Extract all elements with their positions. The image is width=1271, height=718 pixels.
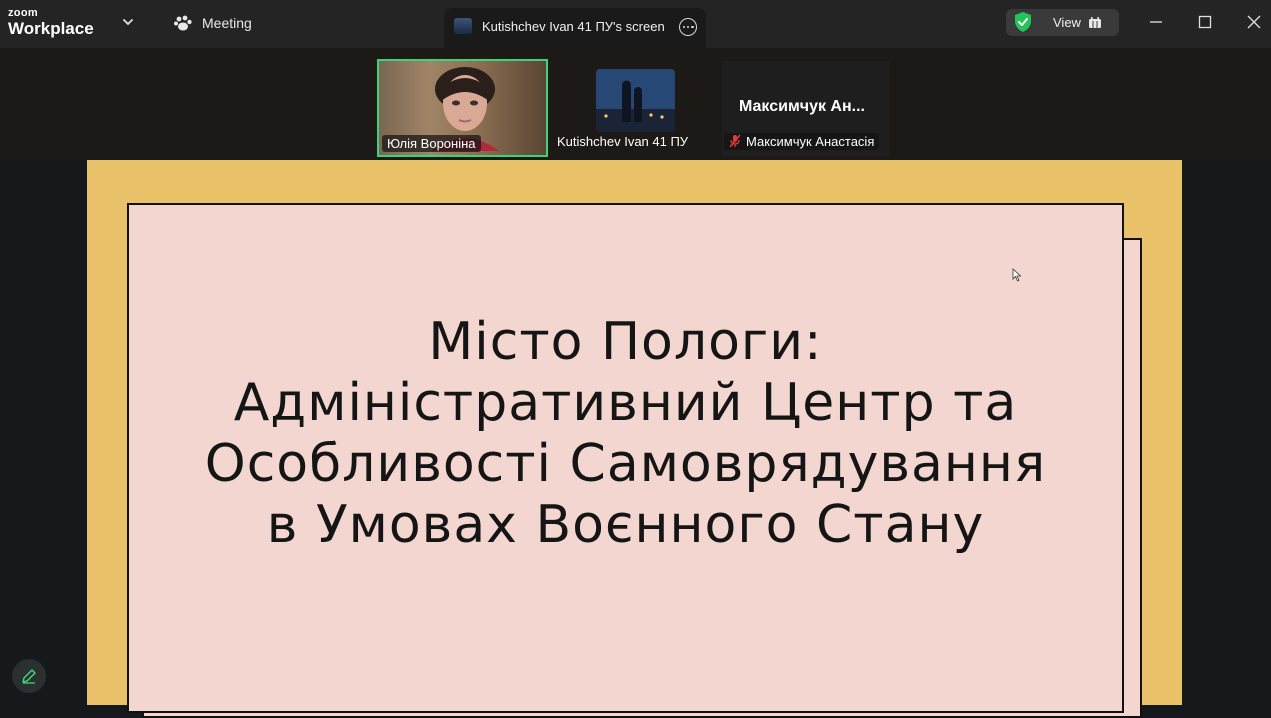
paw-icon <box>174 15 192 31</box>
participant-name: Kutishchev Ivan 41 ПУ <box>552 133 694 150</box>
participant-tile[interactable]: Максимчук Ан... Максимчук Анастасія <box>722 61 890 157</box>
mic-muted-icon <box>729 134 741 148</box>
pencil-icon <box>22 669 36 684</box>
view-button-label: View <box>1053 15 1081 30</box>
participant-name-pill: Максимчук Анастасія <box>724 133 880 150</box>
participant-strip: Юлія Вороніна Kutishchev Ivan 41 ПУ Макс… <box>0 48 1271 160</box>
share-screen-tab[interactable]: Kutishchev Ivan 41 ПУ's screen <box>444 8 706 48</box>
close-icon[interactable] <box>1246 14 1262 30</box>
screen-thumbnail-icon <box>454 18 472 34</box>
chevron-down-icon[interactable] <box>120 14 136 30</box>
mouse-cursor-icon <box>1012 268 1022 282</box>
participant-display-name: Максимчук Ан... <box>739 98 865 115</box>
meeting-label: Meeting <box>202 15 252 31</box>
participant-name: Максимчук Анастасія <box>746 134 875 149</box>
slide-title-line: в Умовах Воєнного Стану <box>266 495 985 555</box>
slide-title: Місто Пологи: Адміністративний Центр та … <box>127 312 1124 556</box>
participant-name: Юлія Вороніна <box>382 135 481 152</box>
meeting-menu[interactable]: Meeting <box>174 15 252 31</box>
maximize-icon[interactable] <box>1197 14 1213 30</box>
more-options-icon[interactable] <box>679 18 697 36</box>
participant-avatar <box>596 69 675 132</box>
slide-title-line: Особливості Самоврядування <box>204 434 1047 494</box>
share-tab-label: Kutishchev Ivan 41 ПУ's screen <box>482 19 665 34</box>
participant-tile[interactable]: Kutishchev Ivan 41 ПУ <box>552 59 694 156</box>
minimize-icon[interactable] <box>1148 14 1164 30</box>
slide-title-line: Місто Пологи: <box>428 312 823 372</box>
shield-check-icon[interactable] <box>1014 12 1032 32</box>
title-bar: zoom Workplace Meeting Kutishchev Ivan 4… <box>0 0 1271 48</box>
logo-big-text: Workplace <box>8 19 94 38</box>
annotate-button[interactable] <box>12 659 46 693</box>
participant-tile[interactable]: Юлія Вороніна <box>377 59 548 157</box>
logo-small-text: zoom <box>8 7 38 19</box>
grid-icon <box>1089 17 1101 28</box>
slide-title-line: Адміністративний Центр та <box>233 373 1018 433</box>
zoom-logo[interactable]: zoom Workplace <box>8 7 94 38</box>
